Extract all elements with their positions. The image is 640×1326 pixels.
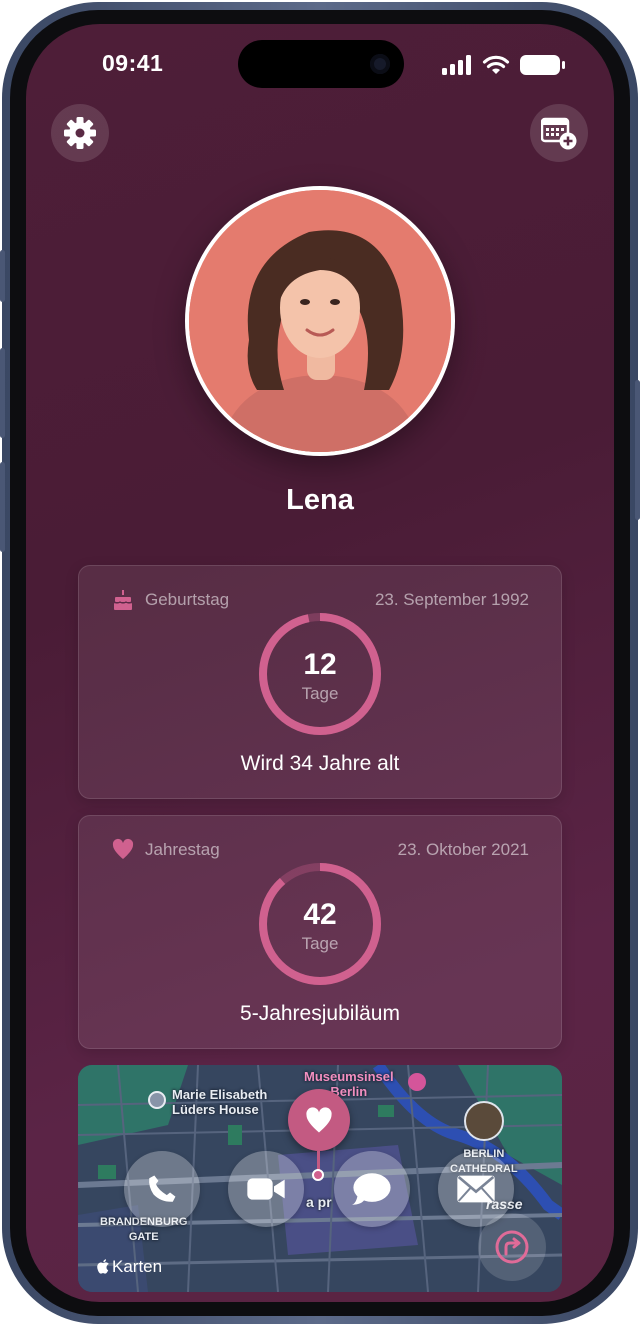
cake-icon: [113, 590, 133, 610]
maps-attribution-text: Karten: [112, 1257, 163, 1276]
camera-icon: [370, 54, 390, 74]
museum-pin-icon: [408, 1073, 426, 1091]
heart-pin-icon: [306, 1107, 332, 1133]
signal-icon: [442, 55, 471, 75]
call-button[interactable]: [124, 1151, 200, 1227]
message-icon: [352, 1173, 391, 1205]
birthday-caption: Wird 34 Jahre alt: [240, 752, 400, 775]
action-button-side: [0, 250, 5, 302]
settings-button[interactable]: [51, 104, 109, 162]
video-button[interactable]: [228, 1151, 304, 1227]
anniversary-days-unit: Tage: [301, 934, 339, 953]
anniversary-caption: 5-Jahresjubiläum: [240, 1002, 400, 1025]
cathedral-thumbnail: [464, 1101, 504, 1141]
location-map[interactable]: Museumsinsel Berlin Marie Elisabeth Lüde…: [78, 1065, 562, 1292]
anniversary-card[interactable]: Jahrestag 23. Oktober 2021 42 Tage 5-Jah…: [78, 815, 562, 1049]
phone-icon: [149, 1175, 176, 1202]
avatar[interactable]: [185, 186, 455, 456]
birthday-date: 23. September 1992: [374, 590, 529, 609]
location-pin-stem: [317, 1151, 320, 1171]
map-label-street: a pr: [306, 1194, 332, 1210]
video-icon: [247, 1178, 285, 1200]
directions-button[interactable]: [478, 1213, 546, 1281]
birthday-card[interactable]: Geburtstag 23. September 1992 12 Tage Wi…: [78, 565, 562, 799]
birthday-days-count: 12: [303, 648, 337, 681]
wifi-icon: [482, 55, 510, 74]
birthday-label: Geburtstag: [145, 590, 230, 609]
heart-icon: [112, 838, 134, 859]
dynamic-island: [238, 40, 404, 88]
landmark-pin-icon: [148, 1091, 166, 1109]
power-button-side: [635, 380, 640, 520]
apple-logo-icon: [97, 1259, 109, 1274]
calendar-add-button[interactable]: [530, 104, 588, 162]
avatar-photo: [189, 190, 451, 452]
directions-icon: [495, 1230, 529, 1264]
location-pin-dot: [312, 1169, 324, 1181]
message-button[interactable]: [334, 1151, 410, 1227]
anniversary-date: 23. Oktober 2021: [397, 840, 529, 859]
status-icons: [442, 54, 566, 76]
mail-icon: [457, 1175, 495, 1203]
status-time: 09:41: [102, 50, 164, 76]
volume-up-side: [0, 348, 5, 438]
anniversary-label: Jahrestag: [145, 840, 220, 859]
screen: 09:41 Lena Geburtstag 23. September 1992…: [26, 24, 614, 1302]
location-pin[interactable]: [288, 1089, 350, 1151]
gear-icon: [64, 117, 96, 149]
map-label-luders: Marie Elisabeth Lüders House: [172, 1087, 268, 1117]
volume-down-side: [0, 462, 5, 552]
battery-icon: [520, 55, 565, 75]
birthday-days-unit: Tage: [301, 684, 339, 703]
maps-attribution: Karten: [96, 1257, 162, 1277]
calendar-add-icon: [541, 117, 577, 150]
anniversary-days-count: 42: [303, 898, 337, 931]
profile-name: Lena: [286, 484, 354, 516]
